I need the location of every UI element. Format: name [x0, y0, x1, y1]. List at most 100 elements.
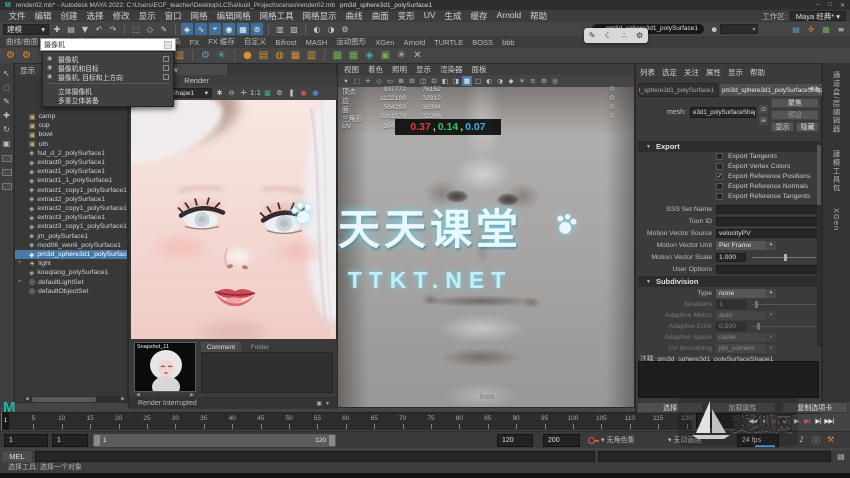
time-slider[interactable]: 5101520253035404550556065707580859095100… — [0, 412, 692, 430]
snapshot-camera-icon[interactable]: ▣ — [316, 400, 322, 407]
shelf-tab-Arnold[interactable]: Arnold — [399, 37, 429, 48]
persp-layout-icon[interactable]: ✛ — [805, 23, 817, 35]
script-editor-icon[interactable]: ▤ — [834, 452, 848, 461]
snap-surface-icon[interactable]: ▦ — [237, 23, 249, 35]
Motion Vector Source-field[interactable]: velocityPV — [716, 229, 818, 238]
outliner-item-uth[interactable]: ▣uth — [15, 140, 128, 149]
shelf-star-gray-icon[interactable]: ✳ — [395, 49, 408, 62]
outliner-item-extract0_polySurface1[interactable]: ◈extract0_polySurface1 — [15, 158, 128, 167]
render-settings-icon[interactable]: ⚙ — [339, 23, 351, 35]
checkbox[interactable] — [716, 183, 723, 190]
scale-tool-icon[interactable]: ▣ — [3, 139, 11, 148]
outliner-item-kouqiang_polySurface1[interactable]: ◈kouqiang_polySurface1 — [15, 268, 128, 277]
Adaptive Space-select[interactable]: raster — [716, 333, 766, 342]
ae-button-加载属性[interactable]: 加载属性 — [709, 402, 775, 413]
ae-button-选择[interactable]: 选择 — [637, 402, 703, 413]
outliner-item-extract2_polySurface1[interactable]: ◈extract2_polySurface1 — [15, 195, 128, 204]
open-scene-icon[interactable]: ▤ — [65, 23, 77, 35]
menu-缓存[interactable]: 缓存 — [466, 10, 492, 22]
expand-icon[interactable]: + — [18, 260, 22, 266]
outliner-item-camp[interactable]: ▣camp — [15, 112, 128, 121]
scroll-left-icon[interactable]: ◀ — [25, 396, 29, 402]
option-box-checkbox[interactable] — [163, 56, 169, 62]
snap-grid-icon[interactable]: ◈ — [181, 23, 193, 35]
ae-menu-选定[interactable]: 选定 — [662, 67, 677, 78]
range-start-handle[interactable] — [94, 435, 100, 446]
notes-textarea[interactable] — [638, 361, 819, 398]
mel-toggle-button[interactable]: MEL — [2, 451, 32, 462]
layout-split-button[interactable] — [2, 183, 12, 190]
Adaptive Metric-select[interactable]: auto — [716, 311, 766, 320]
chevron-down-icon[interactable]: ▾ — [766, 289, 776, 298]
dots-icon[interactable]: ∴ — [622, 31, 627, 40]
construction-icon[interactable]: ▧ — [288, 23, 300, 35]
subdivision-section-header[interactable]: ▼ Subdivision — [638, 276, 819, 287]
tab-polysurface-shape[interactable]: pm3d_sphere3d1_polySurfaceShape1 — [719, 83, 823, 97]
outliner-item-extract1_1_polySurface1[interactable]: ◈extract1_1_polySurface1 — [15, 176, 128, 185]
wand-icon[interactable]: ✎ — [589, 31, 596, 40]
menu-set-dropdown[interactable]: 建模▾ — [3, 24, 49, 35]
select-component-icon[interactable]: ✎ — [158, 23, 170, 35]
Adaptive Error-field[interactable]: 0.500 — [716, 322, 746, 331]
outliner-menu-display[interactable]: 显示 — [20, 65, 35, 75]
checkbox[interactable] — [716, 153, 723, 160]
save-scene-icon[interactable]: ▼ — [79, 23, 91, 35]
side-tab-通道盒/层编辑器[interactable]: 通道盒/层编辑器 — [831, 71, 842, 134]
playback-end-field[interactable]: 120 — [497, 434, 533, 447]
snap-projected-icon[interactable]: ◉ — [223, 23, 235, 35]
shelf-x-icon[interactable]: ✕ — [411, 49, 424, 62]
tab-comment[interactable]: Comment — [201, 342, 241, 352]
menu-选择[interactable]: 选择 — [82, 10, 108, 22]
shelf-tab-自定义[interactable]: 自定义 — [240, 35, 271, 48]
chevron-down-icon[interactable]: ▾ — [766, 241, 776, 250]
checkbox[interactable] — [716, 193, 723, 200]
shelf-box-icon[interactable]: ▦ — [289, 49, 302, 62]
redo-icon[interactable]: ↷ — [107, 23, 119, 35]
character-set-dropdown[interactable]: ▾ 无角色集 — [601, 435, 634, 445]
ae-button-复制选项卡[interactable]: 复制选项卡 — [782, 402, 848, 413]
outliner-item-extract1_polySurface1[interactable]: ◈extract1_polySurface1 — [15, 167, 128, 176]
search-input[interactable]: 摄像机 — [40, 38, 176, 51]
tab-scroll-arrows[interactable]: ◀▶ — [809, 85, 820, 92]
paint-select-tool-icon[interactable]: ✎ — [3, 97, 10, 106]
select-hierarchy-icon[interactable]: ⬚ — [130, 23, 142, 35]
shelf-tab-MASH[interactable]: MASH — [302, 37, 332, 48]
step-back-key-button[interactable]: |◀ — [769, 415, 779, 427]
gear-icon[interactable]: ⚙ — [636, 31, 643, 40]
mesh-name-field[interactable]: e3d1_polySurfaceShape1 — [690, 107, 756, 118]
snap-curve-icon[interactable]: ∿ — [195, 23, 207, 35]
info-icon[interactable]: ⓘ — [812, 435, 820, 446]
render-icon[interactable]: ◐ — [311, 23, 323, 35]
menu-窗口[interactable]: 窗口 — [160, 10, 186, 22]
command-output[interactable] — [598, 451, 831, 462]
menu-编辑网格[interactable]: 编辑网格 — [212, 10, 255, 22]
workspace-dropdown[interactable]: Maya 经典* ▾ — [790, 11, 846, 21]
go-to-start-button[interactable]: |◀◀ — [747, 415, 757, 427]
animation-end-field[interactable]: 200 — [543, 434, 580, 447]
red-channel-icon[interactable]: ● — [298, 88, 309, 99]
menu-曲线[interactable]: 曲线 — [341, 10, 367, 22]
range-end-handle[interactable] — [329, 435, 335, 446]
outliner-item-extract3_copy1_polySurface1[interactable]: ◈extract3_copy1_polySurface1 — [15, 222, 128, 231]
presets-button[interactable]: 预设 — [771, 110, 819, 120]
snap-point-icon[interactable]: ⌖ — [209, 23, 221, 35]
outliner-item-defaultObjectSet[interactable]: ◎defaultObjectSet — [15, 287, 128, 296]
ae-menu-帮助[interactable]: 帮助 — [750, 67, 765, 78]
Iterations-field[interactable]: 1 — [716, 300, 746, 309]
menu-网格[interactable]: 网格 — [186, 10, 212, 22]
shelf-tab-bbb[interactable]: bbb — [498, 37, 519, 48]
ae-menu-关注[interactable]: 关注 — [684, 67, 699, 78]
history-icon[interactable]: ▥ — [274, 23, 286, 35]
attribute-editor-scrollbar[interactable] — [817, 141, 821, 346]
side-tab-建模工具包[interactable]: 建模工具包 — [831, 150, 842, 193]
ae-menu-列表[interactable]: 列表 — [640, 67, 655, 78]
ipr-render-icon[interactable]: ◑ — [325, 23, 337, 35]
step-forward-key-button[interactable]: ▶| — [802, 415, 812, 427]
grid-layout-icon[interactable]: ▦ — [820, 23, 832, 35]
current-frame-field[interactable]: 1 — [696, 413, 742, 428]
outliner-item-extract1_copy1_polySurface1[interactable]: ◈extract1_copy1_polySurface1 — [15, 186, 128, 195]
close-button[interactable]: ✕ — [840, 2, 845, 9]
wedge-icon[interactable]: ✱ — [214, 88, 225, 99]
select-tool-icon[interactable]: ↖ — [3, 69, 10, 78]
range-slider[interactable]: 1 120 — [93, 434, 336, 447]
